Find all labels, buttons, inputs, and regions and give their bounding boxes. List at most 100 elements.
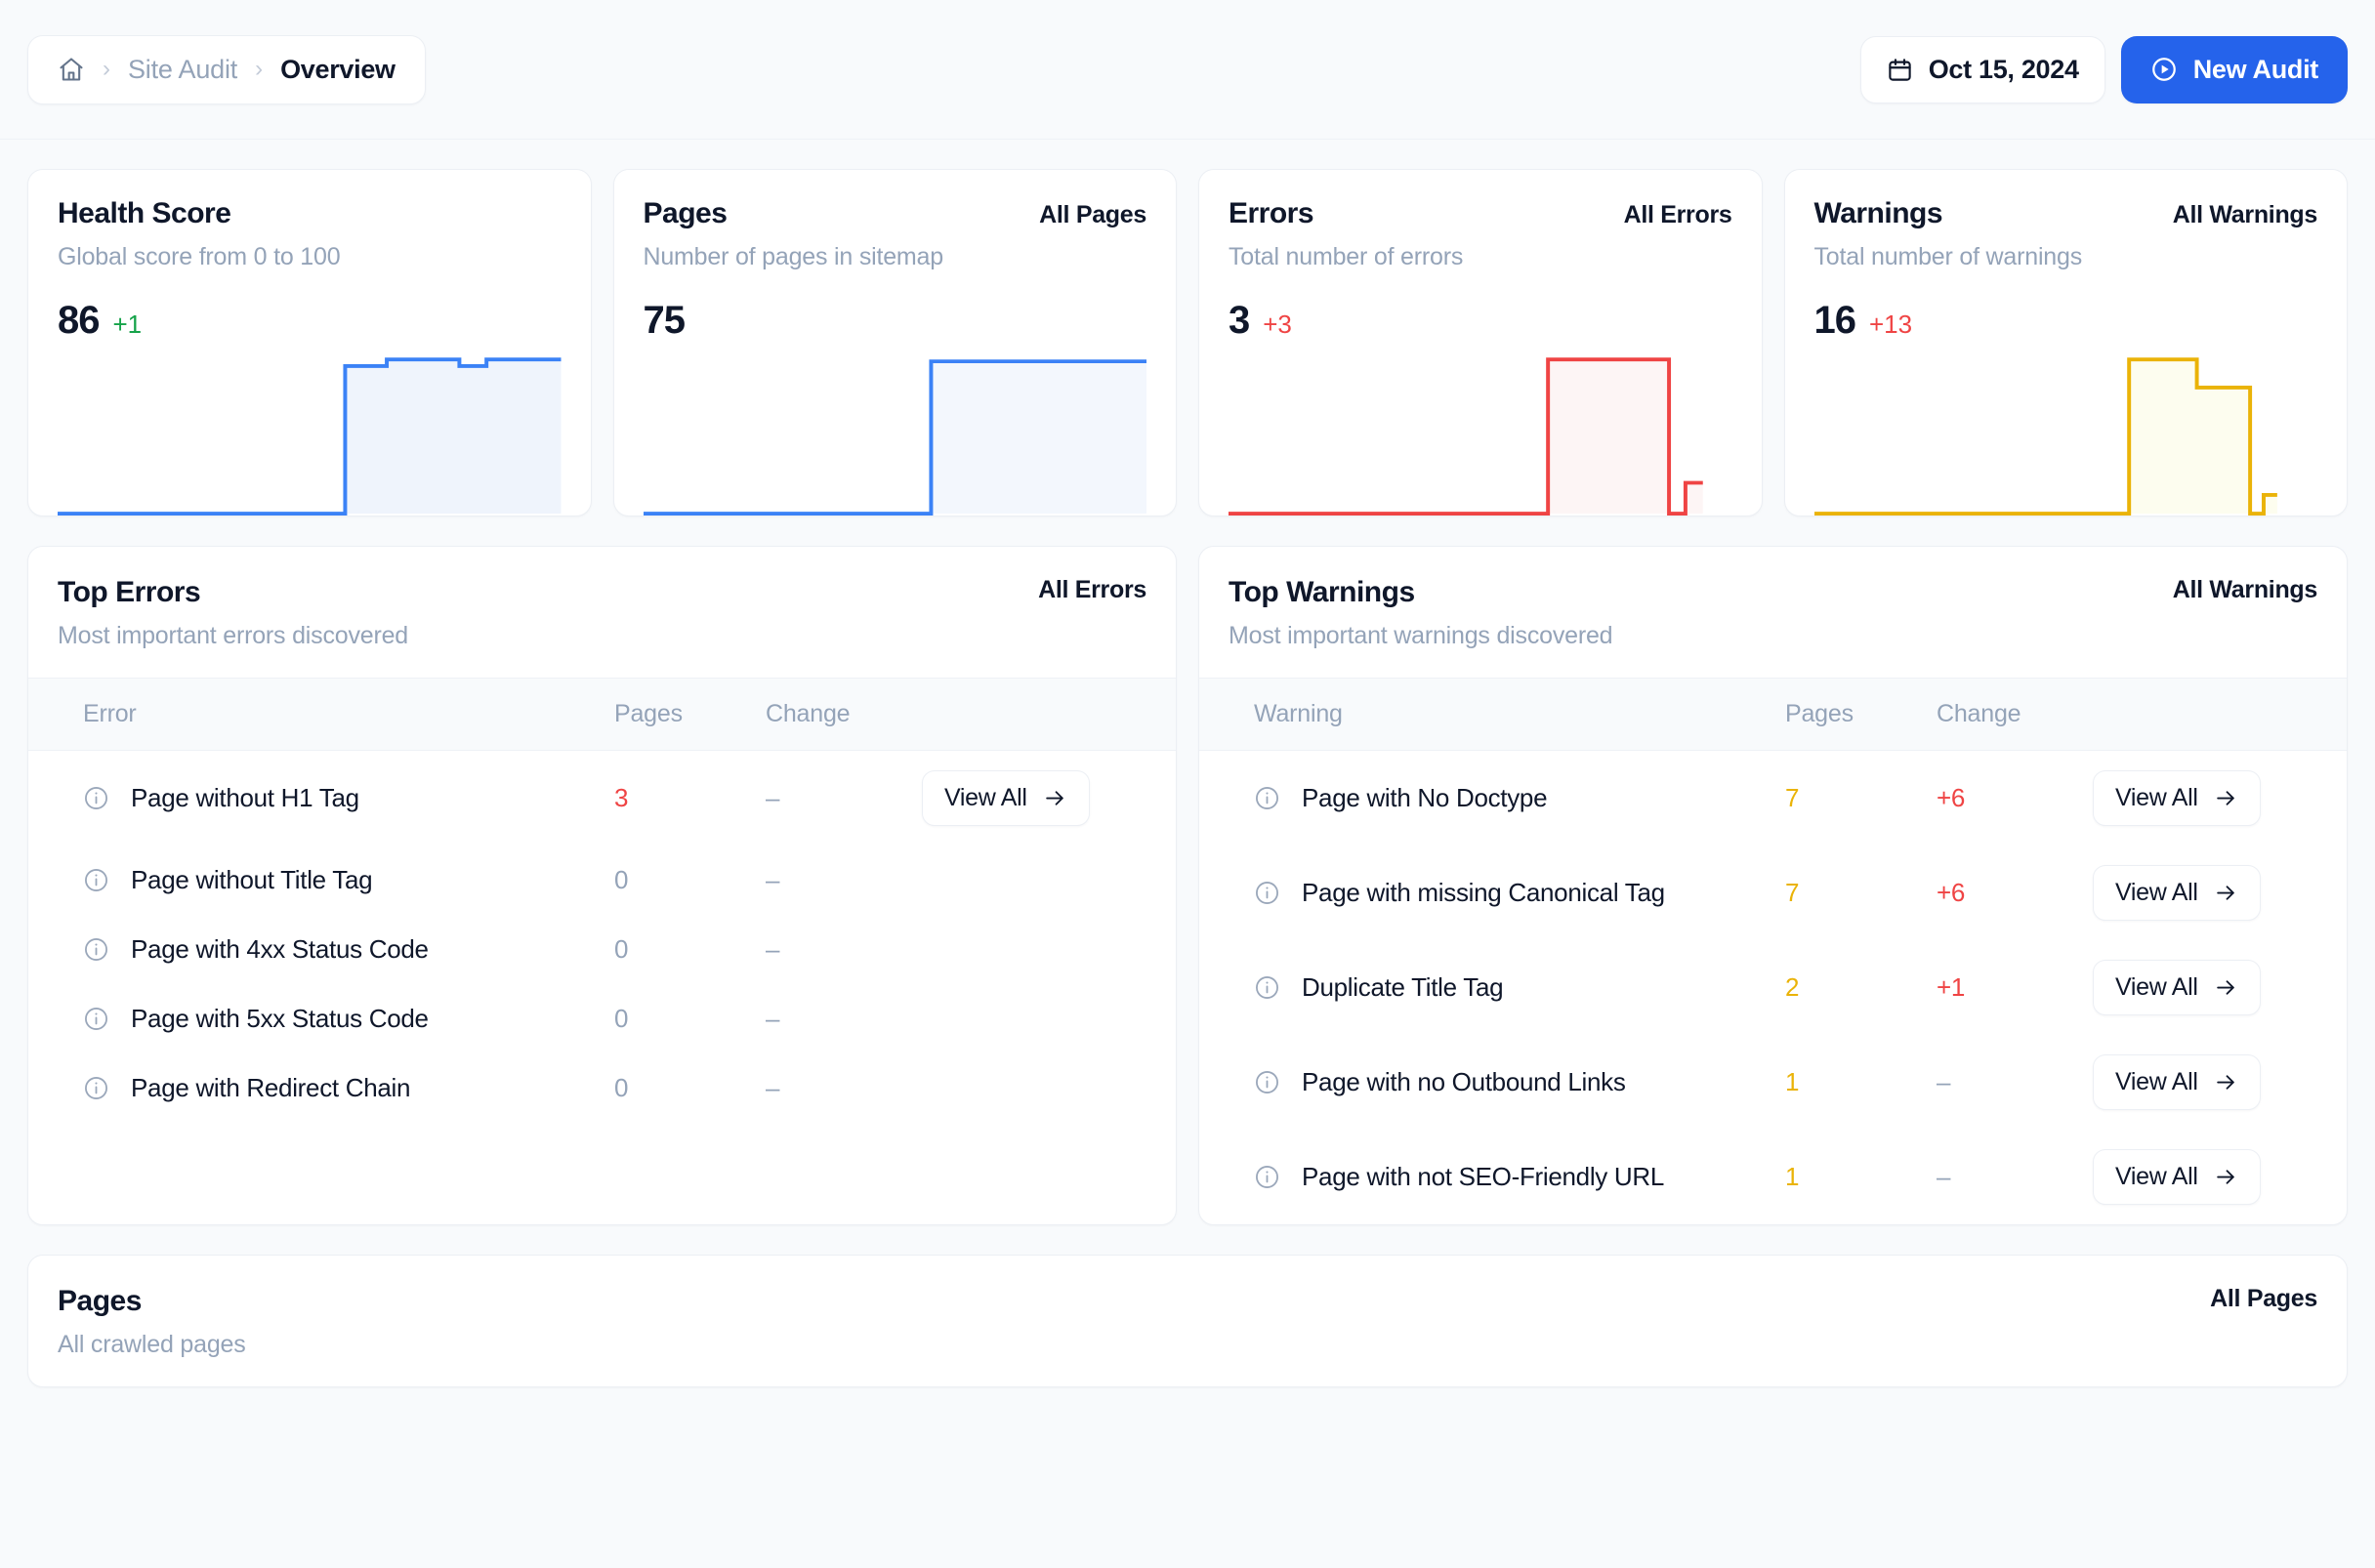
issue-label: Page without Title Tag — [131, 865, 373, 894]
issue-pages-value: 7 — [1785, 878, 1800, 907]
issue-pages-cell: 0 — [614, 984, 766, 1053]
issue-pages-value: 0 — [614, 865, 629, 894]
table-row[interactable]: Page with No Doctype 7 +6 View All — [1199, 751, 2347, 846]
stat-card-row: Health Score Global score from 0 to 100 … — [27, 169, 2348, 516]
info-icon[interactable] — [1254, 1164, 1280, 1190]
issue-name-cell: Page with 5xx Status Code — [28, 984, 614, 1053]
arrow-right-icon — [2214, 1165, 2238, 1189]
arrow-right-icon — [1043, 786, 1067, 810]
stat-card-link-all-errors[interactable]: All Errors — [1624, 201, 1732, 229]
panel-subtitle: Most important errors discovered — [58, 622, 409, 649]
issue-action-cell — [922, 1053, 1176, 1123]
page-content: Health Score Global score from 0 to 100 … — [0, 140, 2375, 1387]
stat-card-health-score: Health Score Global score from 0 to 100 … — [27, 169, 592, 516]
table-row[interactable]: Page with Redirect Chain 0 – — [28, 1053, 1176, 1123]
column-header-warning: Warning — [1199, 679, 1785, 751]
issue-pages-value: 1 — [1785, 1162, 1800, 1191]
issue-pages-value: 0 — [614, 1004, 629, 1033]
table-row[interactable]: Page with 4xx Status Code 0 – — [28, 915, 1176, 984]
breadcrumb-separator-2: › — [255, 56, 264, 82]
issue-change-value: – — [766, 1073, 780, 1102]
column-header-change: Change — [766, 679, 922, 751]
stat-card-link-all-warnings[interactable]: All Warnings — [2173, 201, 2318, 229]
view-all-label: View All — [2115, 1163, 2198, 1190]
issue-change-value: – — [766, 783, 780, 812]
issue-change-value: – — [1937, 1067, 1951, 1096]
info-icon[interactable] — [83, 867, 109, 893]
issue-change-value: – — [1937, 1162, 1951, 1191]
panel-subtitle: Most important warnings discovered — [1229, 622, 1613, 649]
stat-card-value: 86 — [58, 299, 100, 342]
arrow-right-icon — [2214, 975, 2238, 1000]
stat-card-header: Warnings All Warnings — [1814, 197, 2318, 230]
issue-pages-cell: 0 — [614, 846, 766, 915]
table-row[interactable]: Page without H1 Tag 3 – View All — [28, 751, 1176, 846]
issue-panel-row: Top Errors Most important errors discove… — [27, 546, 2348, 1225]
all-warnings-link[interactable]: All Warnings — [2173, 576, 2318, 604]
issue-action-cell — [922, 846, 1176, 915]
breadcrumb-parent-link[interactable]: Site Audit — [128, 55, 237, 85]
issue-label: Page with Redirect Chain — [131, 1073, 411, 1102]
top-bar-actions: Oct 15, 2024 New Audit — [1859, 35, 2348, 103]
info-icon[interactable] — [83, 936, 109, 963]
date-picker-button[interactable]: Oct 15, 2024 — [1859, 35, 2105, 103]
issue-name-cell: Duplicate Title Tag — [1199, 940, 1785, 1035]
info-icon[interactable] — [83, 1006, 109, 1032]
column-header-change: Change — [1937, 679, 2093, 751]
column-header-action — [2093, 679, 2347, 751]
issue-pages-cell: 7 — [1785, 846, 1937, 940]
issue-pages-cell: 2 — [1785, 940, 1937, 1035]
issue-action-cell: View All — [2093, 751, 2347, 846]
table-row[interactable]: Page with 5xx Status Code 0 – — [28, 984, 1176, 1053]
info-icon[interactable] — [1254, 1069, 1280, 1095]
table-row[interactable]: Page with no Outbound Links 1 – View All — [1199, 1035, 2347, 1130]
home-icon[interactable] — [58, 56, 85, 83]
table-row[interactable]: Page with missing Canonical Tag 7 +6 View A… — [1199, 846, 2347, 940]
top-bar: › Site Audit › Overview Oct 15, 2024 New… — [0, 0, 2375, 140]
issue-change-value: – — [766, 934, 780, 964]
arrow-right-icon — [2214, 786, 2238, 810]
table-body: Page with No Doctype 7 +6 View All Page with… — [1199, 751, 2347, 1225]
stat-card-value-row: 16 +13 — [1814, 299, 2318, 343]
sparkline-health-score — [58, 357, 562, 516]
view-all-button[interactable]: View All — [2093, 865, 2261, 921]
arrow-right-icon — [2214, 1070, 2238, 1094]
issue-change-cell: – — [1937, 1130, 2093, 1224]
info-icon[interactable] — [1254, 880, 1280, 906]
all-errors-link[interactable]: All Errors — [1038, 576, 1146, 604]
table-row[interactable]: Page without Title Tag 0 – — [28, 846, 1176, 915]
info-icon[interactable] — [83, 785, 109, 811]
info-icon[interactable] — [1254, 785, 1280, 811]
stat-card-link-all-pages[interactable]: All Pages — [1039, 201, 1146, 229]
table-row[interactable]: Page with not SEO-Friendly URL 1 – View All — [1199, 1130, 2347, 1224]
view-all-label: View All — [2115, 879, 2198, 906]
issue-change-cell: +1 — [1937, 940, 2093, 1035]
issue-pages-value: 7 — [1785, 783, 1800, 812]
issue-pages-value: 0 — [614, 934, 629, 964]
issue-pages-cell: 0 — [614, 1053, 766, 1123]
new-audit-label: New Audit — [2192, 54, 2319, 84]
all-pages-link[interactable]: All Pages — [2210, 1285, 2317, 1313]
view-all-button[interactable]: View All — [922, 770, 1090, 826]
new-audit-button[interactable]: New Audit — [2120, 35, 2348, 103]
column-header-pages: Pages — [1785, 679, 1937, 751]
stat-card-warnings: Warnings All Warnings Total number of wa… — [1783, 169, 2348, 516]
view-all-button[interactable]: View All — [2093, 1054, 2261, 1110]
info-icon[interactable] — [1254, 974, 1280, 1001]
issue-name-cell: Page with 4xx Status Code — [28, 915, 614, 984]
view-all-button[interactable]: View All — [2093, 1149, 2261, 1205]
issue-label: Page with not SEO-Friendly URL — [1302, 1162, 1665, 1191]
stat-card-value: 16 — [1813, 299, 1856, 342]
info-icon[interactable] — [83, 1075, 109, 1101]
view-all-button[interactable]: View All — [2093, 960, 2261, 1015]
issue-change-cell: – — [1937, 1035, 2093, 1130]
stat-card-delta: +1 — [112, 309, 143, 339]
top-errors-panel: Top Errors Most important errors discove… — [27, 546, 1177, 1225]
issue-pages-cell: 3 — [614, 751, 766, 846]
table-row[interactable]: Duplicate Title Tag 2 +1 View All — [1199, 940, 2347, 1035]
issue-label: Page with 5xx Status Code — [131, 1004, 429, 1033]
top-warnings-heading-group: Top Warnings Most important warnings dis… — [1229, 576, 1613, 650]
issue-action-cell: View All — [2093, 1130, 2347, 1224]
view-all-button[interactable]: View All — [2093, 770, 2261, 826]
view-all-label: View All — [2115, 973, 2198, 1001]
